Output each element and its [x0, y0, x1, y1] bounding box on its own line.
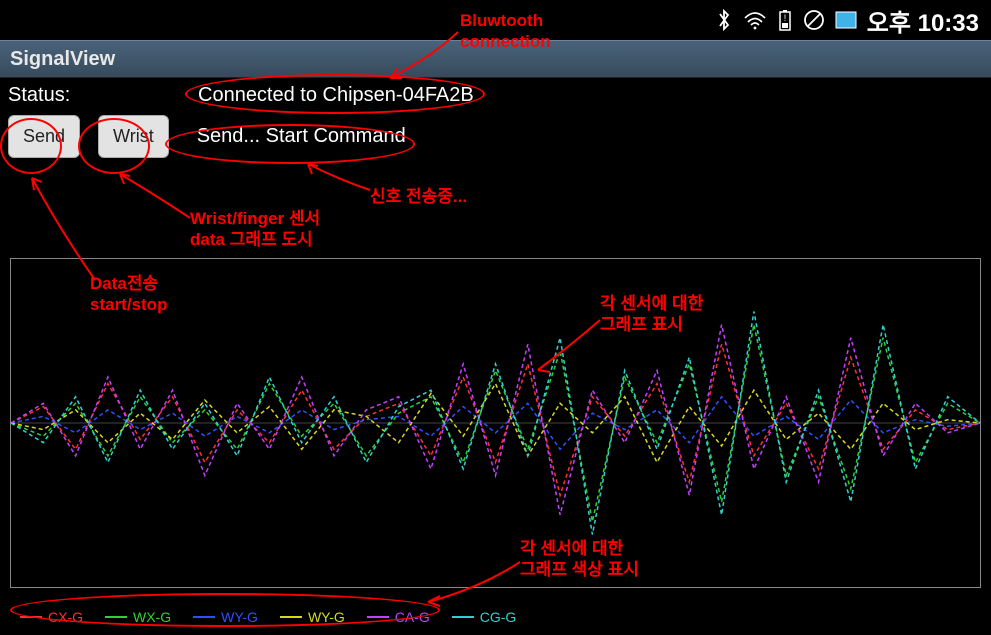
signal-chart-svg: [11, 259, 980, 587]
chart-legend: CX-G WX-G WY-G WY-G CA-G CG-G: [20, 609, 516, 625]
send-button[interactable]: Send: [8, 115, 80, 158]
legend-label: CG-G: [480, 609, 517, 625]
legend-item-0: CX-G: [20, 609, 83, 625]
statusbar-time: 오후 10:33: [867, 3, 979, 38]
bluetooth-icon: [715, 9, 733, 31]
no-entry-icon: [803, 9, 825, 31]
status-row: Status: Connected to Chipsen-04FA2B: [0, 78, 991, 111]
legend-label: WX-G: [133, 609, 171, 625]
legend-label: CX-G: [48, 609, 83, 625]
legend-label: WY-G: [221, 609, 258, 625]
app-titlebar: SignalView: [0, 40, 991, 78]
command-text: Send... Start Command: [197, 125, 406, 148]
battery-icon: !: [777, 9, 793, 31]
status-label: Status:: [8, 84, 98, 107]
wrist-button[interactable]: Wrist: [98, 115, 169, 158]
anno-label-wristfinger: Wrist/finger 센서 data 그래프 도시: [190, 208, 320, 251]
anno-arrow-wristfinger: [110, 168, 200, 228]
legend-item-5: CG-G: [452, 609, 517, 625]
legend-swatch: [367, 616, 389, 618]
legend-swatch: [105, 616, 127, 618]
legend-item-4: CA-G: [367, 609, 430, 625]
anno-label-sending: 신호 전송중...: [370, 186, 467, 207]
legend-swatch: [280, 616, 302, 618]
signal-chart: [10, 258, 981, 588]
wifi-icon: [743, 10, 767, 30]
legend-item-3: WY-G: [280, 609, 345, 625]
content-area: Status: Connected to Chipsen-04FA2B Send…: [0, 78, 991, 635]
legend-label: CA-G: [395, 609, 430, 625]
legend-item-2: WY-G: [193, 609, 258, 625]
app-title: SignalView: [10, 48, 115, 71]
app-square-icon: [835, 11, 857, 29]
svg-text:!: !: [784, 13, 787, 23]
legend-label: WY-G: [308, 609, 345, 625]
buttons-row: Send Wrist Send... Start Command: [0, 111, 991, 162]
legend-swatch: [193, 616, 215, 618]
legend-swatch: [20, 616, 42, 618]
anno-arrow-sending: [300, 160, 380, 200]
legend-swatch: [452, 616, 474, 618]
status-value: Connected to Chipsen-04FA2B: [198, 84, 474, 107]
legend-item-1: WX-G: [105, 609, 171, 625]
android-statusbar: ! 오후 10:33: [0, 0, 991, 40]
